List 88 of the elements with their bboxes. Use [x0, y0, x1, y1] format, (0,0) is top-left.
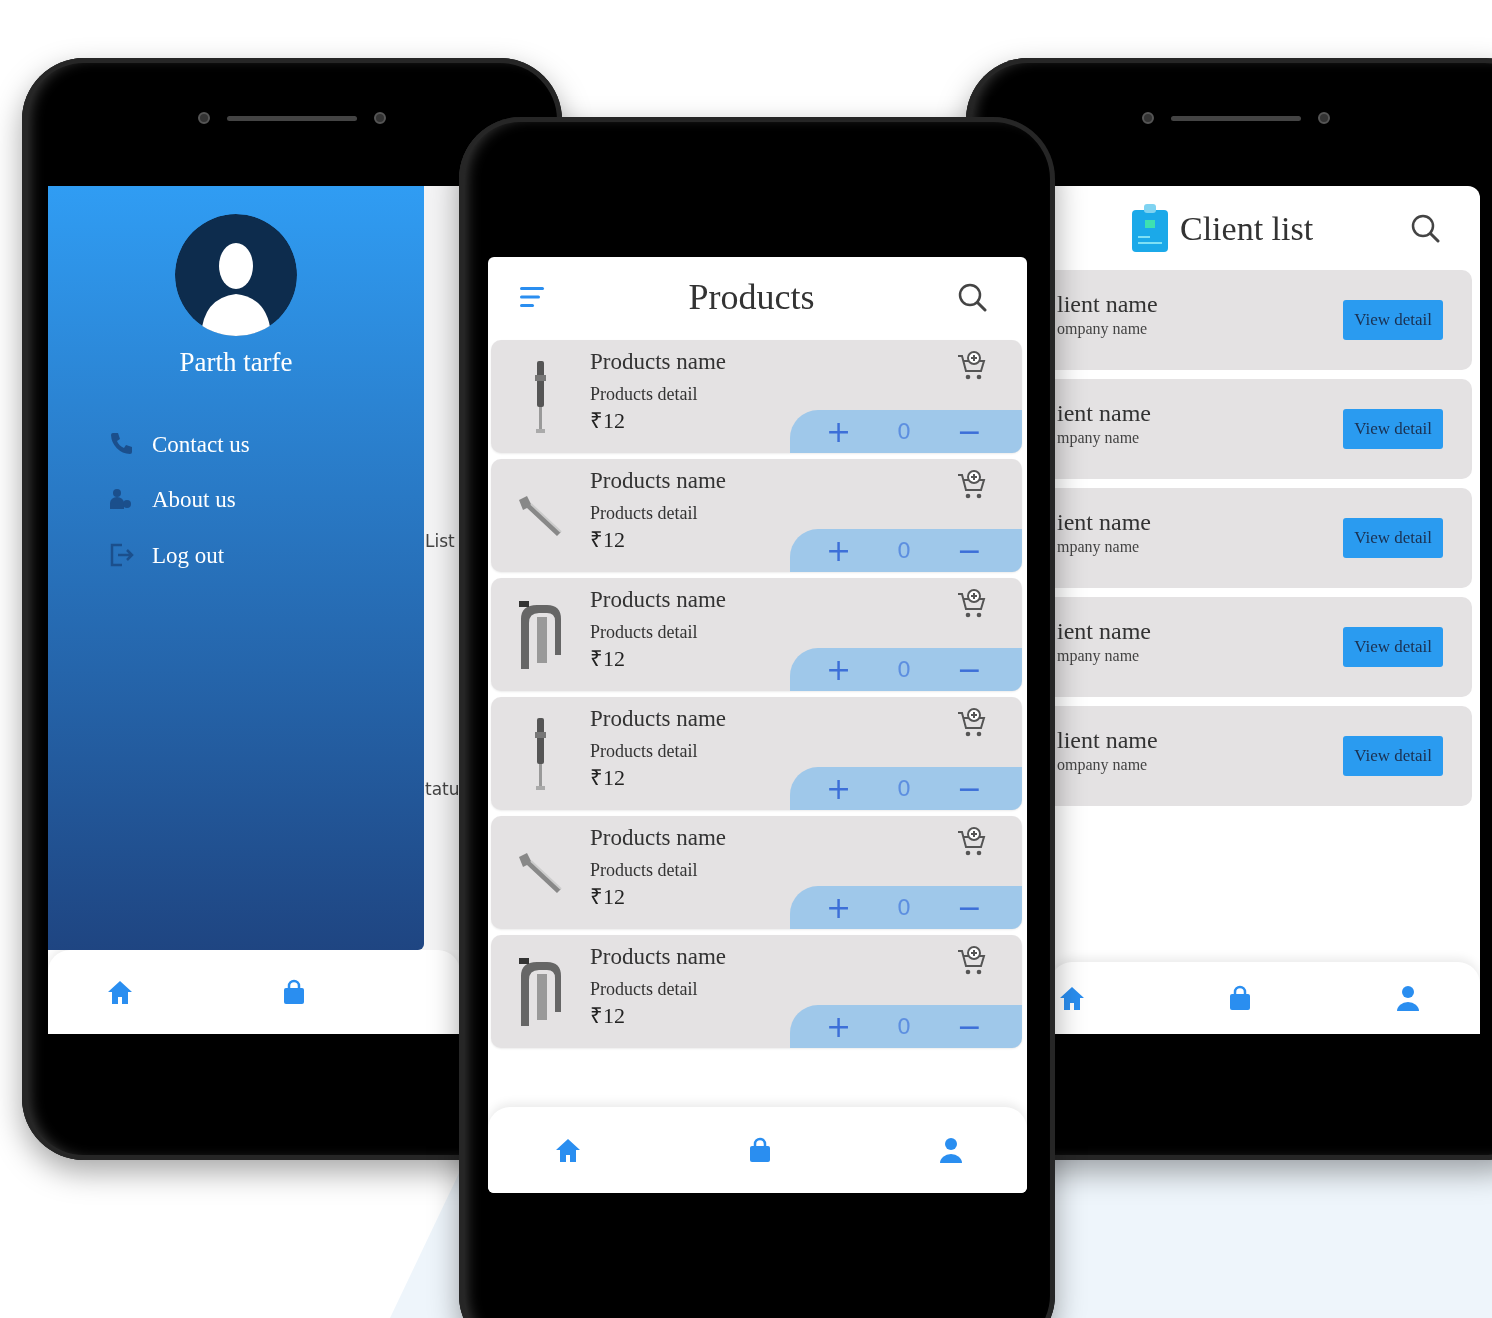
home-nav-button[interactable] [106, 978, 134, 1006]
product-detail: Products detail [590, 382, 699, 406]
increase-button[interactable]: + [826, 1011, 852, 1042]
quantity-value: 0 [897, 418, 911, 446]
increase-button[interactable]: + [826, 773, 852, 804]
product-price: ₹12 [590, 764, 626, 792]
client-name: ient name [1057, 399, 1151, 428]
product-detail: Products detail [590, 858, 699, 882]
quantity-value: 0 [897, 775, 911, 803]
drawer-menu-item[interactable]: About us [108, 486, 424, 514]
logout-icon [108, 542, 134, 569]
add-to-cart-button[interactable] [956, 469, 988, 501]
add-to-cart-button[interactable] [956, 945, 988, 977]
decrease-button[interactable]: − [956, 1011, 982, 1042]
person-icon [937, 1136, 965, 1164]
drawer-menu-item[interactable]: Contact us [108, 430, 424, 459]
product-name: Products name [590, 943, 728, 971]
product-price: ₹12 [590, 1002, 626, 1030]
user-name: Parth tarfe [179, 346, 293, 379]
increase-button[interactable]: + [826, 654, 852, 685]
profile-nav-button[interactable] [1394, 984, 1422, 1012]
client-name: lient name [1057, 290, 1158, 319]
person-icon [1394, 984, 1422, 1012]
add-to-cart-button[interactable] [956, 588, 988, 620]
increase-button[interactable]: + [826, 416, 852, 447]
camera-dot [1142, 112, 1154, 124]
product-photo [518, 851, 563, 894]
quantity-value: 0 [897, 1013, 911, 1041]
view-detail-button[interactable]: View detail [1343, 518, 1443, 558]
menu-icon[interactable] [520, 286, 546, 308]
quantity-value: 0 [897, 537, 911, 565]
view-detail-button[interactable]: View detail [1343, 627, 1443, 667]
camera-dot [374, 112, 386, 124]
tile-label[interactable]: tatu [424, 779, 460, 800]
product-name: Products name [590, 705, 728, 733]
view-detail-button[interactable]: View detail [1343, 409, 1443, 449]
increase-button[interactable]: + [826, 892, 852, 923]
add-to-cart-button[interactable] [956, 826, 988, 858]
quantity-value: 0 [897, 894, 911, 922]
decrease-button[interactable]: − [956, 654, 982, 685]
add-to-cart-button[interactable] [956, 350, 988, 382]
home-nav-button[interactable] [554, 1136, 582, 1164]
product-name: Products name [590, 467, 728, 495]
company-name: ompany name [1057, 319, 1149, 340]
screen-title: Products [688, 276, 815, 319]
product-detail: Products detail [590, 620, 699, 644]
client-name: ient name [1057, 617, 1151, 646]
product-price: ₹12 [590, 645, 626, 673]
product-detail: Products detail [590, 501, 699, 525]
company-name: mpany name [1057, 537, 1141, 558]
clipboard-icon [1130, 202, 1170, 254]
add-to-cart-button[interactable] [956, 707, 988, 739]
camera-dot [198, 112, 210, 124]
product-photo [518, 956, 563, 1027]
decrease-button[interactable]: − [956, 416, 982, 447]
search-icon[interactable] [957, 282, 987, 312]
product-price: ₹12 [590, 526, 626, 554]
home-icon [106, 978, 134, 1006]
home-icon [1058, 984, 1086, 1012]
increase-button[interactable]: + [826, 535, 852, 566]
product-photo [518, 599, 563, 670]
profile-nav-button[interactable] [937, 1136, 965, 1164]
search-icon[interactable] [1410, 213, 1440, 243]
home-nav-button[interactable] [1058, 984, 1086, 1012]
camera-dot [1318, 112, 1330, 124]
decrease-button[interactable]: − [956, 535, 982, 566]
product-detail: Products detail [590, 977, 699, 1001]
company-name: mpany name [1057, 428, 1141, 449]
tile-label[interactable]: List [424, 531, 460, 552]
quantity-value: 0 [897, 656, 911, 684]
view-detail-button[interactable]: View detail [1343, 736, 1443, 776]
client-name: ient name [1057, 508, 1151, 537]
product-name: Products name [590, 824, 728, 852]
product-photo [518, 494, 563, 537]
screen-title: Client list [1180, 208, 1314, 249]
product-name: Products name [590, 586, 728, 614]
company-name: mpany name [1057, 646, 1141, 667]
product-detail: Products detail [590, 739, 699, 763]
product-price: ₹12 [590, 407, 626, 435]
company-name: ompany name [1057, 755, 1149, 776]
client-name: lient name [1057, 726, 1158, 755]
home-icon [554, 1136, 582, 1164]
view-detail-button[interactable]: View detail [1343, 300, 1443, 340]
drawer-menu-item[interactable]: Log out [108, 541, 424, 570]
product-price: ₹12 [590, 883, 626, 911]
decrease-button[interactable]: − [956, 892, 982, 923]
product-name: Products name [590, 348, 728, 376]
decrease-button[interactable]: − [956, 773, 982, 804]
